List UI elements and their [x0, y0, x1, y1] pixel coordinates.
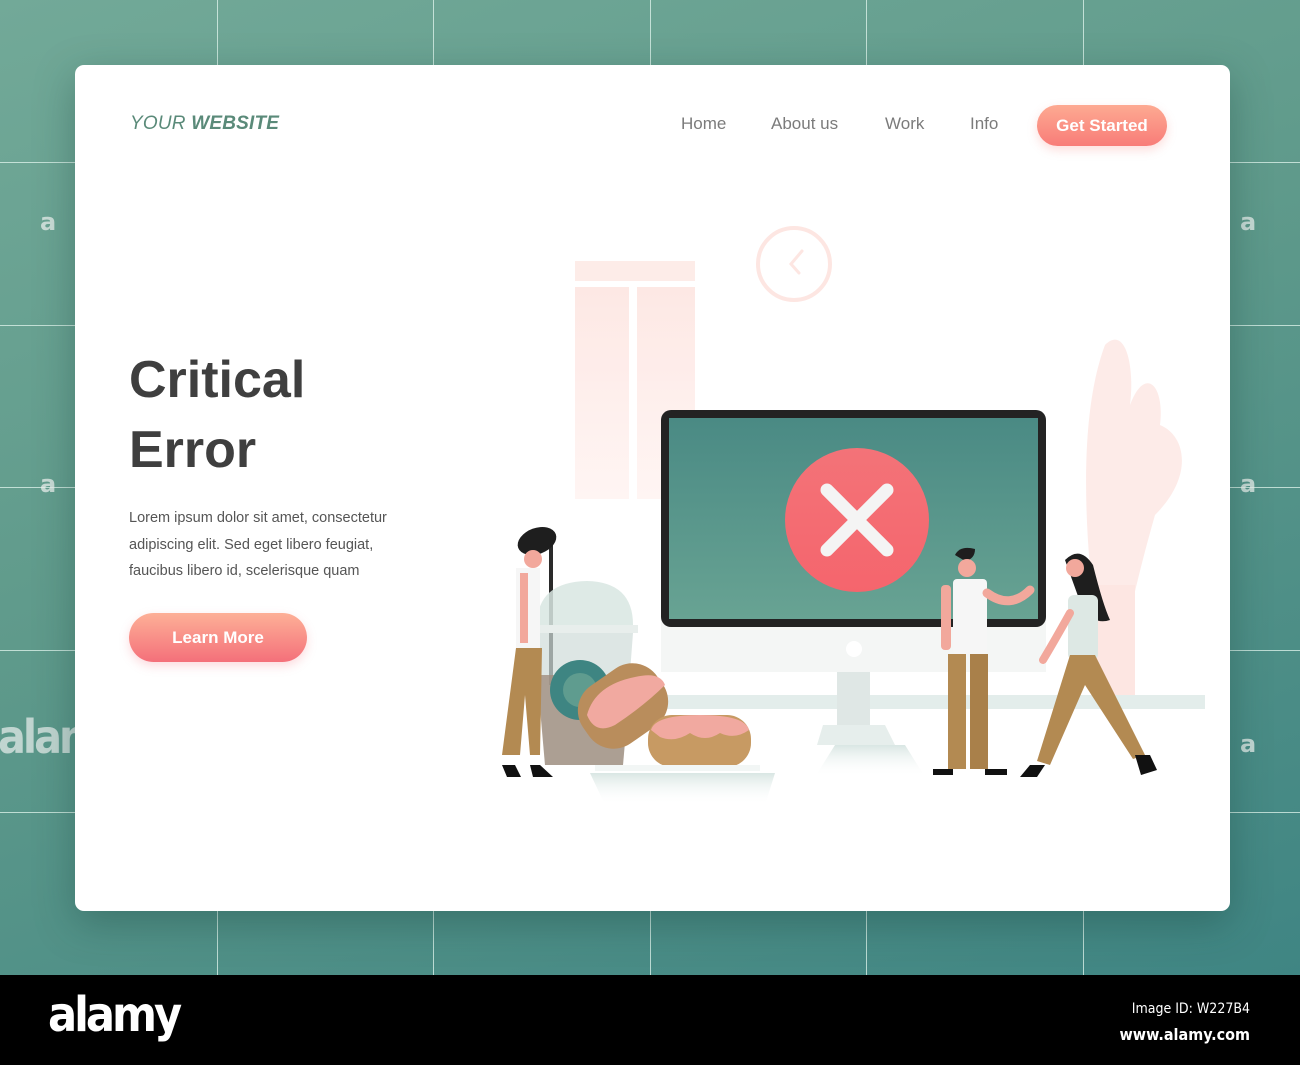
clock-icon — [756, 226, 832, 302]
nav-home[interactable]: Home — [681, 114, 726, 134]
person-left — [502, 526, 557, 777]
title-line-2: Error — [129, 421, 257, 479]
title-line-1: Critical — [129, 351, 306, 409]
footer-logo: alamy — [48, 987, 182, 1043]
error-x-icon — [785, 448, 929, 592]
watermark-glyph: a — [40, 470, 57, 498]
nav-about-us[interactable]: About us — [771, 114, 838, 134]
window-decoration — [575, 261, 695, 499]
watermark-footer: alamy Image ID: W227B4 www.alamy.com — [0, 975, 1300, 1065]
person-right — [1020, 553, 1157, 777]
page-title: Critical Error — [129, 345, 305, 485]
site-logo[interactable]: YOUR WEBSITE — [130, 113, 279, 135]
logo-text-bold: WEBSITE — [191, 113, 280, 134]
plant-decoration — [1086, 339, 1182, 695]
nav-work[interactable]: Work — [885, 114, 924, 134]
person-center — [933, 547, 1035, 775]
learn-more-button[interactable]: Learn More — [129, 613, 307, 662]
drink-cup — [530, 535, 638, 765]
watermark-glyph: a — [1240, 730, 1257, 758]
critical-error-illustration — [502, 226, 1205, 805]
landing-page-card: YOUR WEBSITE Home About us Work Info Get… — [75, 65, 1230, 911]
monitor — [661, 410, 1046, 745]
get-started-button[interactable]: Get Started — [1037, 105, 1167, 146]
image-id: Image ID: W227B4 — [1131, 1001, 1250, 1017]
watermark-glyph: a — [1240, 470, 1257, 498]
watermark-glyph: a — [40, 208, 57, 236]
logo-text-light: YOUR — [130, 113, 186, 134]
hero-description: Lorem ipsum dolor sit amet, consectetur … — [129, 510, 387, 579]
nav-info[interactable]: Info — [970, 114, 998, 134]
watermark-glyph: a — [1240, 208, 1257, 236]
donuts — [577, 663, 760, 771]
site-url: www.alamy.com — [1119, 1025, 1251, 1044]
